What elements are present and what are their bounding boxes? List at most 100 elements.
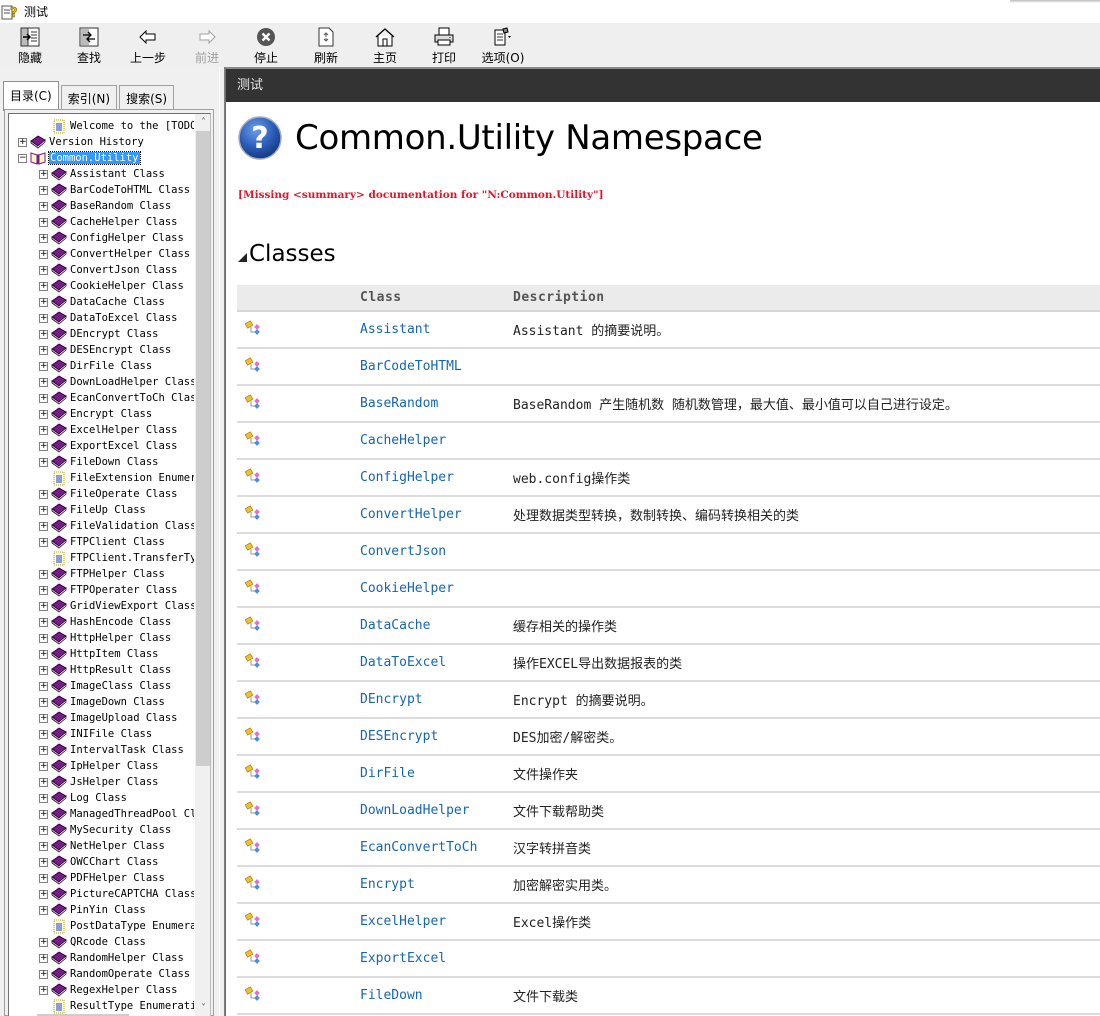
- tree-item[interactable]: + CacheHelper Class: [9, 214, 194, 230]
- scroll-thumb[interactable]: [196, 131, 210, 766]
- expand-icon[interactable]: +: [39, 809, 48, 819]
- expand-icon[interactable]: +: [39, 313, 48, 323]
- tree-item[interactable]: + EcanConvertToCh Class: [9, 390, 194, 406]
- tree-item[interactable]: + ImageUpload Class: [9, 710, 194, 726]
- expand-icon[interactable]: +: [18, 137, 27, 147]
- tree-item[interactable]: + Encrypt Class: [9, 406, 194, 422]
- options-button[interactable]: 选项(O): [474, 23, 532, 67]
- home-button[interactable]: 主页: [356, 23, 414, 67]
- tree-vertical-scrollbar[interactable]: ˄ ˅: [195, 114, 210, 1016]
- tree-item[interactable]: Welcome to the [TODO: A: [9, 118, 194, 134]
- class-link[interactable]: DEncrypt: [360, 681, 513, 719]
- class-link[interactable]: CacheHelper: [360, 422, 513, 460]
- class-link[interactable]: BaseRandom: [360, 385, 513, 423]
- tree-item[interactable]: + ImageDown Class: [9, 694, 194, 710]
- expand-icon[interactable]: +: [39, 521, 48, 531]
- expand-icon[interactable]: +: [39, 441, 48, 451]
- expand-icon[interactable]: +: [39, 633, 48, 643]
- expand-icon[interactable]: +: [39, 377, 48, 387]
- class-link[interactable]: ExcelHelper: [360, 903, 513, 941]
- expand-icon[interactable]: +: [39, 905, 48, 915]
- expand-icon[interactable]: +: [39, 985, 48, 995]
- class-link[interactable]: DownLoadHelper: [360, 792, 513, 830]
- expand-icon[interactable]: +: [39, 361, 48, 371]
- tree-item[interactable]: + IntervalTask Class: [9, 742, 194, 758]
- expand-icon[interactable]: +: [39, 233, 48, 243]
- expand-icon[interactable]: +: [39, 825, 48, 835]
- expand-icon[interactable]: +: [39, 601, 48, 611]
- classes-section-toggle[interactable]: Classes: [238, 241, 336, 267]
- expand-icon[interactable]: +: [39, 409, 48, 419]
- tree-item[interactable]: + CookieHelper Class: [9, 278, 194, 294]
- tree-item[interactable]: ResultType Enumerati: [9, 998, 194, 1014]
- expand-icon[interactable]: +: [39, 569, 48, 579]
- tree-item[interactable]: FTPClient.TransferTy: [9, 550, 194, 566]
- expand-icon[interactable]: +: [39, 457, 48, 467]
- class-link[interactable]: Encrypt: [360, 866, 513, 904]
- class-link[interactable]: ConvertJson: [360, 533, 513, 571]
- tree-item[interactable]: + BaseRandom Class: [9, 198, 194, 214]
- tree-item[interactable]: + INIFile Class: [9, 726, 194, 742]
- tree-item[interactable]: + DEncrypt Class: [9, 326, 194, 342]
- tree-item[interactable]: + DirFile Class: [9, 358, 194, 374]
- locate-button[interactable]: 查找: [60, 23, 118, 67]
- tree-item[interactable]: + Assistant Class: [9, 166, 194, 182]
- tree-item[interactable]: + ManagedThreadPool Cl: [9, 806, 194, 822]
- tree-item[interactable]: + FileDown Class: [9, 454, 194, 470]
- tree-item[interactable]: + Version History: [9, 134, 194, 150]
- tree-item[interactable]: FileExtension Enumer: [9, 470, 194, 486]
- expand-icon[interactable]: +: [39, 393, 48, 403]
- forward-button[interactable]: 前进: [178, 23, 236, 67]
- tree-item[interactable]: + FileOperate Class: [9, 486, 194, 502]
- tree-item[interactable]: + ImageClass Class: [9, 678, 194, 694]
- tree-item[interactable]: + RandomHelper Class: [9, 950, 194, 966]
- refresh-button[interactable]: 刷新: [296, 23, 356, 67]
- class-link[interactable]: ConvertHelper: [360, 496, 513, 534]
- stop-button[interactable]: 停止: [236, 23, 296, 67]
- expand-icon[interactable]: +: [39, 697, 48, 707]
- class-link[interactable]: ConfigHelper: [360, 459, 513, 497]
- tree-item[interactable]: + BarCodeToHTML Class: [9, 182, 194, 198]
- tree-item[interactable]: + PDFHelper Class: [9, 870, 194, 886]
- class-link[interactable]: EcanConvertToCh: [360, 829, 513, 867]
- expand-icon[interactable]: +: [39, 489, 48, 499]
- expand-icon[interactable]: +: [39, 761, 48, 771]
- class-link[interactable]: DESEncrypt: [360, 718, 513, 756]
- expand-icon[interactable]: +: [39, 201, 48, 211]
- tree-item[interactable]: PostDataType Enumera: [9, 918, 194, 934]
- expand-icon[interactable]: +: [39, 185, 48, 195]
- tree-item[interactable]: − Common.Utility: [9, 150, 194, 166]
- tree-item[interactable]: + ExcelHelper Class: [9, 422, 194, 438]
- print-button[interactable]: 打印: [414, 23, 474, 67]
- tree-item[interactable]: + HttpItem Class: [9, 646, 194, 662]
- tree-item[interactable]: + DataCache Class: [9, 294, 194, 310]
- tree-item[interactable]: + FileValidation Class: [9, 518, 194, 534]
- tree-item[interactable]: + QRcode Class: [9, 934, 194, 950]
- tree-item[interactable]: + OWCChart Class: [9, 854, 194, 870]
- expand-icon[interactable]: +: [39, 729, 48, 739]
- expand-icon[interactable]: +: [39, 345, 48, 355]
- collapse-icon[interactable]: −: [18, 153, 27, 163]
- tree-item[interactable]: + RegexHelper Class: [9, 982, 194, 998]
- tree-item[interactable]: + RandomOperate Class: [9, 966, 194, 982]
- expand-icon[interactable]: +: [39, 281, 48, 291]
- class-link[interactable]: Assistant: [360, 311, 513, 349]
- expand-icon[interactable]: +: [39, 713, 48, 723]
- tab-search[interactable]: 搜索(S): [119, 85, 175, 111]
- back-button[interactable]: 上一步: [118, 23, 178, 67]
- class-link[interactable]: ExportExcel: [360, 940, 513, 978]
- expand-icon[interactable]: +: [39, 889, 48, 899]
- tree-item[interactable]: + FTPOperater Class: [9, 582, 194, 598]
- expand-icon[interactable]: +: [39, 841, 48, 851]
- expand-icon[interactable]: +: [39, 745, 48, 755]
- expand-icon[interactable]: +: [39, 953, 48, 963]
- tree-item[interactable]: + DESEncrypt Class: [9, 342, 194, 358]
- expand-icon[interactable]: +: [39, 537, 48, 547]
- tree-item[interactable]: + PinYin Class: [9, 902, 194, 918]
- expand-icon[interactable]: +: [39, 665, 48, 675]
- expand-icon[interactable]: +: [39, 793, 48, 803]
- class-link[interactable]: DataCache: [360, 607, 513, 645]
- tree-item[interactable]: + IpHelper Class: [9, 758, 194, 774]
- tree-item[interactable]: + DataToExcel Class: [9, 310, 194, 326]
- tree-item[interactable]: + NetHelper Class: [9, 838, 194, 854]
